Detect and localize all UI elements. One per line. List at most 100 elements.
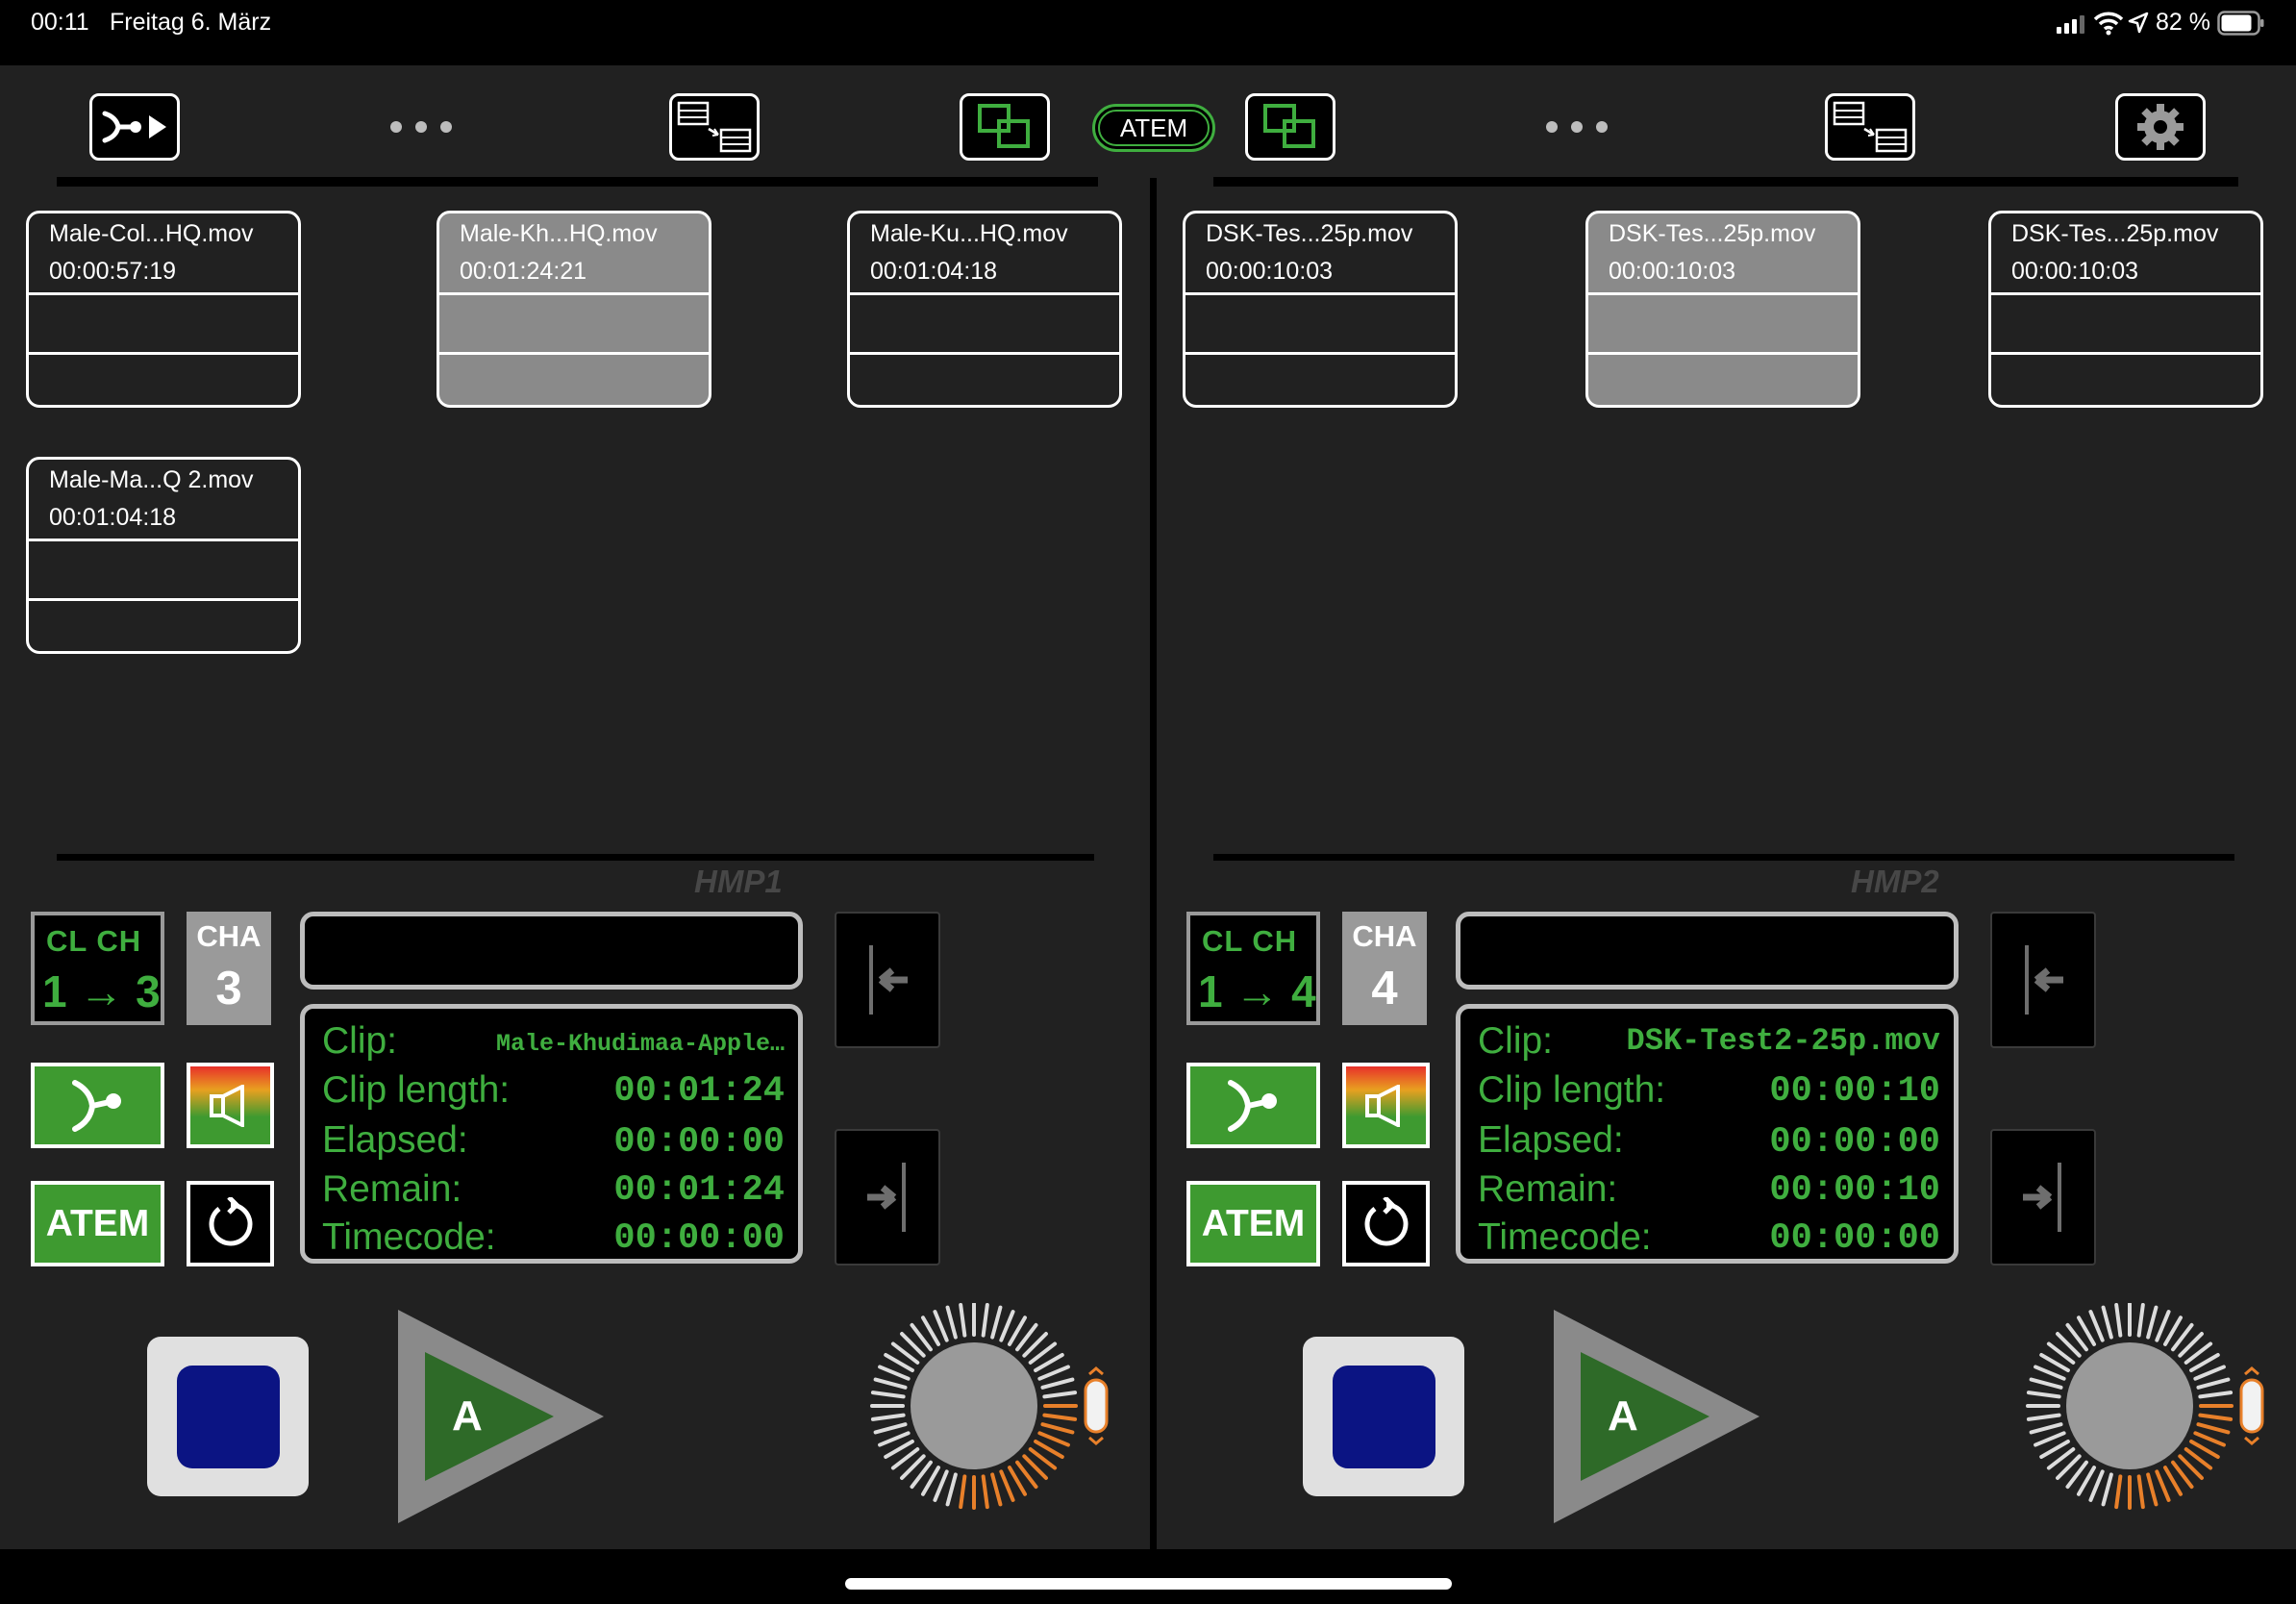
- jog-tick: [959, 1302, 967, 1338]
- status-bar: 00:11 Freitag 6. März 82 %: [0, 0, 2296, 65]
- swap-list-icon: [1833, 101, 1908, 153]
- jog-tick: [933, 1310, 949, 1342]
- play-icon: [1554, 1310, 1759, 1523]
- clip-name-field[interactable]: [1456, 912, 1959, 990]
- clip-channel-display[interactable]: CL CH 1 → 4: [1186, 912, 1320, 1025]
- divider-top-right: [1213, 177, 2238, 187]
- jog-tick: [945, 1305, 958, 1340]
- jog-tick: [2114, 1302, 2123, 1338]
- jog-arrow-up: [1088, 1366, 1104, 1376]
- clip-card[interactable]: Male-Col...HQ.mov 00:00:57:19: [26, 211, 301, 408]
- jog-tick: [2136, 1302, 2145, 1338]
- forward-to-end-button[interactable]: [1990, 1129, 2096, 1266]
- divider-mid-left: [57, 854, 1094, 861]
- clip-info-panel: Clip: Male-Khudimaa-Apple… Clip length: …: [300, 1004, 803, 1264]
- jog-tick: [999, 1469, 1015, 1502]
- clip-card[interactable]: Male-Ma...Q 2.mov 00:01:04:18: [26, 457, 301, 654]
- rewind-to-start-button[interactable]: [1990, 912, 2096, 1048]
- signal-icon: [2057, 15, 2084, 34]
- jog-wheel[interactable]: [870, 1302, 1120, 1515]
- atem-status-pill[interactable]: ATEM: [1092, 104, 1215, 152]
- settings-button[interactable]: [2115, 93, 2206, 161]
- loop-button[interactable]: [1186, 1063, 1320, 1148]
- clip-name: Male-Ma...Q 2.mov: [49, 466, 254, 493]
- play-button[interactable]: A: [396, 1308, 608, 1525]
- clip-name-field[interactable]: [300, 912, 803, 990]
- multiview-button-1[interactable]: [960, 93, 1050, 161]
- home-bar: [0, 1549, 2296, 1604]
- cha-value: 3: [215, 963, 242, 1015]
- forward-to-end-button[interactable]: [835, 1129, 940, 1266]
- jog-tick: [2196, 1422, 2231, 1435]
- clip-name: Male-Col...HQ.mov: [49, 220, 254, 247]
- atem-button[interactable]: ATEM: [1186, 1181, 1320, 1266]
- clip-name: DSK-Tes...25p.mov: [1609, 220, 1816, 247]
- jog-tick: [873, 1377, 908, 1390]
- clip-card[interactable]: DSK-Tes...25p.mov 00:00:10:03: [1988, 211, 2263, 408]
- more-dots-icon-2[interactable]: [1546, 121, 1608, 133]
- jog-tick: [2193, 1365, 2226, 1381]
- multiview-icon: [1263, 104, 1315, 148]
- clip-name: Male-Ku...HQ.mov: [870, 220, 1068, 247]
- clip-name: DSK-Tes...25p.mov: [1206, 220, 1413, 247]
- clip-card[interactable]: DSK-Tes...25p.mov 00:00:10:03: [1183, 211, 1458, 408]
- clch-title: CL CH: [46, 924, 142, 958]
- clip-channel-display[interactable]: CL CH 1 → 3: [31, 912, 164, 1025]
- clip-card-selected[interactable]: DSK-Tes...25p.mov 00:00:10:03: [1585, 211, 1860, 408]
- channel-display[interactable]: CHA 3: [187, 912, 271, 1025]
- audio-button[interactable]: [1342, 1063, 1430, 1148]
- channel-display[interactable]: CHA 4: [1342, 912, 1427, 1025]
- audio-button[interactable]: [187, 1063, 274, 1148]
- more-dots-icon-1[interactable]: [390, 121, 452, 133]
- home-indicator[interactable]: [845, 1578, 1452, 1590]
- forward-to-end-icon: [867, 1163, 906, 1232]
- jog-tick: [999, 1310, 1015, 1342]
- jog-wheel-icon: [870, 1302, 1109, 1510]
- loop-icon: [1227, 1079, 1277, 1132]
- jog-tick: [2026, 1391, 2061, 1399]
- clip-card[interactable]: Male-Ku...HQ.mov 00:01:04:18: [847, 211, 1122, 408]
- reload-button[interactable]: [1342, 1181, 1430, 1266]
- cha-title: CHA: [1352, 919, 1417, 953]
- clip-value: Male-Khudimaa-Apple…: [495, 1030, 785, 1058]
- gear-icon: [2137, 104, 2184, 150]
- loop-button[interactable]: [31, 1063, 164, 1148]
- clip-play-icon: [102, 111, 166, 143]
- swap-list-button-1[interactable]: [669, 93, 760, 161]
- jog-tick: [1042, 1413, 1078, 1421]
- multiview-icon: [978, 104, 1030, 148]
- jog-tick: [2034, 1365, 2066, 1381]
- rewind-to-start-button[interactable]: [835, 912, 940, 1048]
- elapsed-label: Elapsed:: [1478, 1119, 1624, 1161]
- jog-wheel[interactable]: [2026, 1302, 2276, 1515]
- jog-tick: [2026, 1413, 2061, 1421]
- clip-duration: 00:01:04:18: [49, 504, 177, 531]
- jog-tick: [1037, 1365, 1070, 1381]
- jog-tick: [2088, 1469, 2105, 1502]
- stop-button[interactable]: [147, 1337, 309, 1496]
- jog-arrow-down: [1088, 1436, 1104, 1445]
- atem-button[interactable]: ATEM: [31, 1181, 164, 1266]
- swap-list-button-2[interactable]: [1825, 93, 1915, 161]
- jog-tick: [2029, 1422, 2063, 1435]
- jog-tick: [1042, 1391, 1078, 1399]
- divider-mid-right: [1213, 854, 2234, 861]
- stop-button[interactable]: [1303, 1337, 1464, 1496]
- clip-name: Male-Kh...HQ.mov: [460, 220, 658, 247]
- app-area: [0, 65, 2296, 1549]
- play-button[interactable]: A: [1552, 1308, 1763, 1525]
- play-label: A: [1608, 1392, 1638, 1440]
- divider-top-left: [57, 177, 1098, 187]
- jog-tick: [990, 1472, 1003, 1507]
- length-value: 00:00:10: [1769, 1071, 1940, 1112]
- multiview-button-2[interactable]: [1245, 93, 1335, 161]
- remain-value: 00:01:24: [613, 1170, 785, 1211]
- clip-play-button[interactable]: [89, 93, 180, 161]
- clip-card-selected[interactable]: Male-Kh...HQ.mov 00:01:24:21: [437, 211, 711, 408]
- jog-handle: [1084, 1378, 1109, 1434]
- clch-title: CL CH: [1202, 924, 1298, 958]
- length-label: Clip length:: [322, 1069, 511, 1111]
- reload-button[interactable]: [187, 1181, 274, 1266]
- cha-value: 4: [1371, 963, 1398, 1015]
- player-divider: [1150, 178, 1157, 1549]
